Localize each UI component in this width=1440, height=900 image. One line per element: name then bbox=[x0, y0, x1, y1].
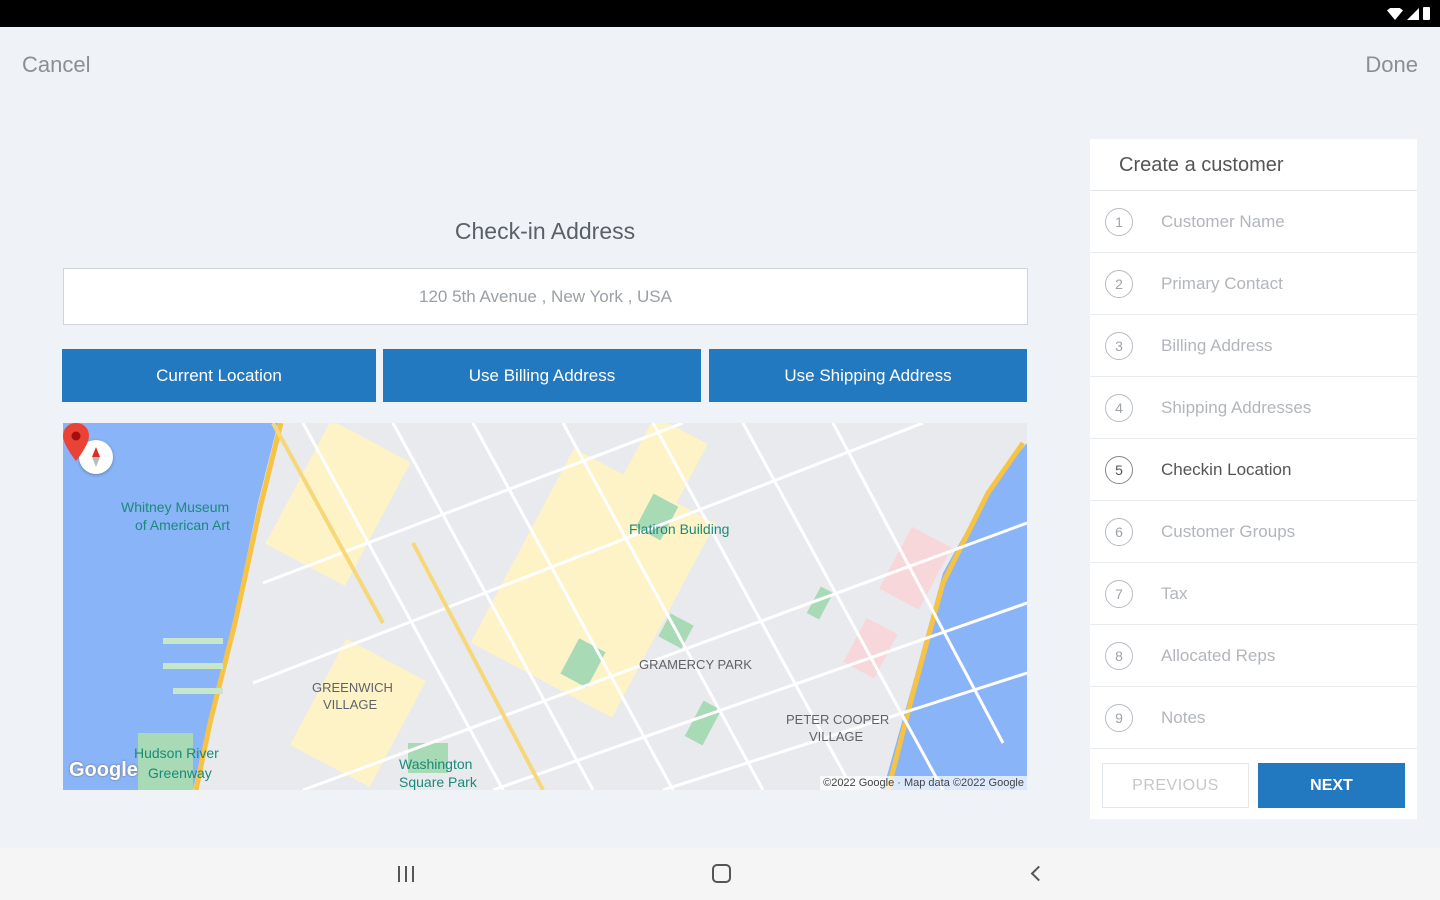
map-copyright[interactable]: ©2022 Google · Map data ©2022 Google bbox=[820, 776, 1027, 790]
map-label-greenwich-2: VILLAGE bbox=[323, 697, 378, 712]
map-label-washington-2[interactable]: Square Park bbox=[399, 774, 477, 790]
map-label-gramercy: GRAMERCY PARK bbox=[639, 657, 752, 672]
step-number: 3 bbox=[1105, 331, 1133, 360]
next-button[interactable]: NEXT bbox=[1258, 763, 1405, 808]
google-logo: Google bbox=[69, 759, 138, 781]
wizard-step-primary-contact[interactable]: 2 Primary Contact bbox=[1090, 253, 1417, 315]
map-label-whitney-2[interactable]: of American Art bbox=[135, 517, 230, 533]
step-number: 2 bbox=[1105, 269, 1133, 298]
wizard-title: Create a customer bbox=[1090, 139, 1417, 191]
step-label: Customer Name bbox=[1161, 211, 1285, 231]
map-graphic bbox=[63, 423, 1027, 790]
map-label-peter-cooper: PETER COOPER bbox=[786, 712, 890, 727]
step-label: Tax bbox=[1161, 583, 1188, 603]
map-label-whitney[interactable]: Whitney Museum bbox=[121, 499, 229, 515]
cancel-button[interactable]: Cancel bbox=[22, 52, 90, 78]
step-number: 1 bbox=[1105, 207, 1133, 236]
back-icon[interactable] bbox=[1023, 860, 1053, 888]
previous-button[interactable]: PREVIOUS bbox=[1102, 763, 1249, 808]
wizard-step-customer-name[interactable]: 1 Customer Name bbox=[1090, 191, 1417, 253]
wizard-step-notes[interactable]: 9 Notes bbox=[1090, 687, 1417, 749]
battery-icon bbox=[1423, 7, 1430, 20]
map-label-flatiron[interactable]: Flatiron Building bbox=[629, 521, 729, 537]
use-billing-address-button[interactable]: Use Billing Address bbox=[383, 349, 701, 402]
map-label-hudson[interactable]: Hudson River bbox=[134, 745, 219, 761]
step-label: Allocated Reps bbox=[1161, 645, 1276, 665]
step-label: Primary Contact bbox=[1161, 273, 1283, 293]
wifi-icon bbox=[1387, 8, 1403, 20]
wizard-step-customer-groups[interactable]: 6 Customer Groups bbox=[1090, 501, 1417, 563]
map-label-hudson-2[interactable]: Greenway bbox=[148, 765, 212, 781]
home-icon[interactable] bbox=[706, 860, 736, 888]
done-button[interactable]: Done bbox=[1365, 52, 1418, 78]
step-number: 9 bbox=[1105, 703, 1133, 732]
map-label-greenwich: GREENWICH bbox=[312, 680, 393, 695]
map-pin-icon[interactable] bbox=[63, 423, 89, 461]
map-label-washington[interactable]: Washington bbox=[399, 756, 472, 772]
step-number: 8 bbox=[1105, 641, 1133, 670]
customer-wizard-panel: Create a customer 1 Customer Name 2 Prim… bbox=[1090, 139, 1417, 819]
map-view[interactable]: Whitney Museum of American Art Flatiron … bbox=[63, 423, 1027, 790]
recents-icon[interactable] bbox=[391, 860, 421, 888]
wizard-step-checkin-location[interactable]: 5 Checkin Location bbox=[1090, 439, 1417, 501]
step-label: Billing Address bbox=[1161, 335, 1273, 355]
step-number: 4 bbox=[1105, 393, 1133, 422]
status-icons bbox=[1387, 6, 1430, 20]
step-label: Checkin Location bbox=[1161, 459, 1292, 479]
step-label: Notes bbox=[1161, 707, 1206, 727]
map-label-peter-cooper-2: VILLAGE bbox=[809, 729, 864, 744]
address-input[interactable] bbox=[63, 268, 1028, 325]
wizard-step-allocated-reps[interactable]: 8 Allocated Reps bbox=[1090, 625, 1417, 687]
step-label: Customer Groups bbox=[1161, 521, 1296, 541]
system-nav-bar bbox=[0, 848, 1440, 900]
current-location-button[interactable]: Current Location bbox=[62, 349, 376, 402]
step-label: Shipping Addresses bbox=[1161, 397, 1312, 417]
status-bar bbox=[0, 0, 1440, 27]
use-shipping-address-button[interactable]: Use Shipping Address bbox=[709, 349, 1027, 402]
page-title: Check-in Address bbox=[454, 218, 636, 244]
wizard-step-shipping-addresses[interactable]: 4 Shipping Addresses bbox=[1090, 377, 1417, 439]
wizard-step-billing-address[interactable]: 3 Billing Address bbox=[1090, 315, 1417, 377]
step-number: 6 bbox=[1105, 517, 1133, 546]
step-number: 7 bbox=[1105, 579, 1133, 608]
signal-icon bbox=[1407, 8, 1419, 20]
step-number: 5 bbox=[1105, 455, 1133, 484]
wizard-step-tax[interactable]: 7 Tax bbox=[1090, 563, 1417, 625]
